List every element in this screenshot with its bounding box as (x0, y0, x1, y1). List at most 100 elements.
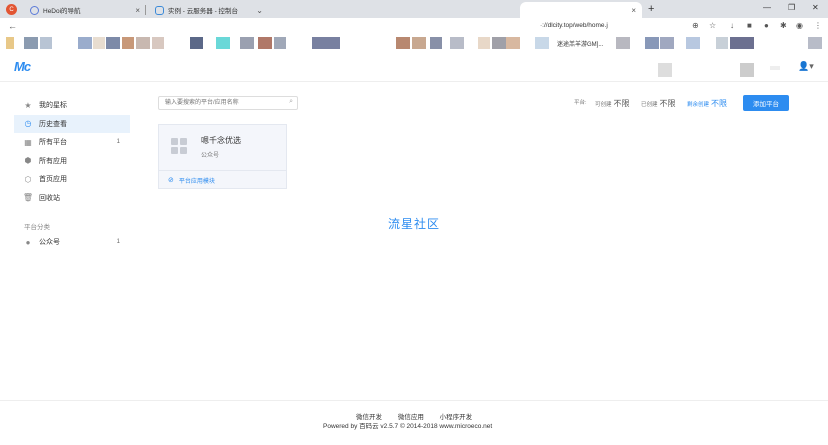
bookmark-item[interactable] (478, 37, 490, 49)
menu-dots-icon[interactable]: ⋮ (814, 21, 822, 30)
bookmark-item[interactable] (492, 37, 506, 49)
bookmark-item[interactable] (716, 37, 728, 49)
puzzle-icon[interactable]: ✱ (780, 21, 787, 30)
browser-app-icon[interactable]: C (6, 4, 17, 15)
sidebar-item-all-platforms[interactable]: ▦ 所有平台 1 (14, 133, 130, 152)
search-input[interactable] (159, 97, 279, 109)
bookmark-item[interactable] (396, 37, 410, 49)
bookmark-item[interactable] (808, 37, 822, 49)
quota-item-value: 不限 (711, 99, 728, 108)
sidebar-item-label: 所有平台 (39, 139, 67, 147)
folder-icon[interactable] (6, 37, 14, 49)
browser-tab[interactable]: HeDoi的导航 × (24, 2, 146, 18)
back-arrow-icon[interactable]: ← (8, 21, 17, 31)
bookmark-item[interactable] (430, 37, 442, 49)
search-box: ⌕ (158, 96, 298, 110)
clock-icon: ◷ (24, 119, 32, 129)
quota-label: 平台: (574, 100, 587, 106)
tab-separator (145, 5, 146, 15)
bookmark-item[interactable] (274, 37, 286, 49)
bookmark-item[interactable] (24, 37, 38, 49)
bookmark-item[interactable] (106, 37, 120, 49)
add-platform-button[interactable]: 添加平台 (743, 95, 789, 111)
close-icon[interactable]: × (135, 6, 140, 15)
user-icon[interactable]: 👤▾ (798, 61, 814, 72)
platform-modules-link[interactable]: ⊘ 平台应用模块 (159, 170, 286, 189)
header-blurred-item (770, 66, 780, 70)
bookmark-item[interactable] (686, 37, 700, 49)
sidebar-item-label: 所有应用 (39, 157, 67, 165)
bookmark-item[interactable] (78, 37, 92, 49)
quota-can-create: 可创建 不限 (595, 98, 630, 109)
bookmark-item[interactable] (122, 37, 134, 49)
minimize-icon[interactable]: — (763, 3, 771, 12)
sidebar-item-history[interactable]: ◷ 历史查看 (14, 114, 130, 133)
bookmark-item[interactable] (616, 37, 630, 49)
mic-icon[interactable]: ● (764, 21, 769, 30)
bookmark-item[interactable] (660, 37, 674, 49)
bookmark-item[interactable] (730, 37, 754, 49)
header-blurred-item (740, 63, 754, 77)
home-cube-icon: ⬡ (24, 174, 32, 184)
bookmark-item[interactable] (645, 37, 659, 49)
trash-icon: 🗑 (22, 193, 34, 203)
bookmark-item[interactable] (190, 37, 203, 49)
bookmark-item[interactable] (506, 37, 520, 49)
bookmark-item[interactable] (240, 37, 254, 49)
apps-icon: ⬢ (24, 156, 32, 166)
bookmark-star-icon[interactable]: ☆ (709, 21, 716, 30)
sidebar-item-all-apps[interactable]: ⬢ 所有应用 (14, 152, 130, 171)
bookmark-item[interactable] (312, 37, 340, 49)
site-logo[interactable]: Mc (14, 59, 31, 74)
sidebar-item-starred[interactable]: ★ 我的星标 (14, 96, 130, 115)
close-icon[interactable]: × (631, 6, 636, 15)
sidebar-item-wechat-official[interactable]: ● 公众号 1 (14, 233, 130, 252)
search-icon[interactable]: ⌕ (289, 98, 293, 106)
quota-item-value: 不限 (613, 99, 630, 108)
bookmark-item[interactable] (216, 37, 230, 49)
bookmarks-bar: 迷途羔羊游GM]... (0, 36, 828, 50)
quota-created: 已创建 不限 (641, 98, 676, 109)
maximize-icon[interactable]: ❐ (788, 3, 795, 12)
globe-icon (30, 5, 39, 15)
sidebar-item-label: 回收站 (39, 194, 60, 202)
bookmark-item[interactable] (93, 37, 105, 49)
sidebar-item-trash[interactable]: 🗑 回收站 (14, 189, 130, 208)
quota-item-value: 不限 (659, 99, 676, 108)
bookmark-item[interactable] (152, 37, 164, 49)
quota-item-label: 可创建 (595, 102, 612, 108)
profile-icon[interactable]: ◉ (796, 21, 803, 30)
grid-icon: ▦ (24, 137, 32, 147)
platform-card[interactable]: 嗯千念优选 公众号 ⊘ 平台应用模块 (158, 124, 287, 189)
new-tab-icon[interactable]: + (648, 3, 654, 15)
quota-item-label: 已创建 (641, 102, 658, 108)
zoom-icon[interactable]: ⊕ (692, 21, 699, 30)
bookmark-item[interactable] (450, 37, 464, 49)
sidebar-item-home-apps[interactable]: ⬡ 首页应用 (14, 170, 130, 189)
bookmark-item[interactable] (535, 37, 549, 49)
platform-grid-icon (171, 138, 187, 154)
url-field[interactable]: ·://dlcity.top/web/home.j (540, 22, 608, 29)
bookmark-item[interactable] (40, 37, 52, 49)
browser-tab-active[interactable]: × (520, 2, 642, 18)
platform-modules-label: 平台应用模块 (178, 178, 215, 185)
site-header: Mc 👤▾ (0, 52, 828, 82)
address-bar-row: ← ·://dlcity.top/web/home.j ⊕ ☆ ↓ ■ ● ✱ … (0, 18, 828, 36)
bookmark-item[interactable] (412, 37, 426, 49)
extension-icon[interactable]: ■ (747, 21, 752, 30)
bookmark-item[interactable] (136, 37, 150, 49)
wechat-icon: ● (25, 237, 31, 247)
sidebar-item-count: 1 (116, 239, 120, 246)
quota-remaining: 剩余创建 不限 (687, 98, 727, 109)
window-close-icon[interactable]: ✕ (812, 3, 819, 12)
tab-title: 实例 - 云服务器 - 控制台 (168, 8, 239, 15)
download-icon[interactable]: ↓ (730, 21, 734, 30)
page-footer: 微信开发 微信应用 小程序开发 Powered by 百码云 v2.5.7 © … (0, 400, 828, 445)
sidebar: ★ 我的星标 ◷ 历史查看 ▦ 所有平台 1 ⬢ 所有应用 ⬡ 首页应用 🗑 回… (14, 96, 130, 252)
tab-title: HeDoi的导航 (43, 8, 81, 15)
browser-tab[interactable]: 实例 - 云服务器 - 控制台 ⌄ (149, 2, 269, 18)
sidebar-item-label: 公众号 (39, 239, 60, 247)
chevron-down-icon[interactable]: ⌄ (256, 6, 263, 15)
bookmark-label[interactable]: 迷途羔羊游GM]... (557, 39, 603, 48)
bookmark-item[interactable] (258, 37, 272, 49)
